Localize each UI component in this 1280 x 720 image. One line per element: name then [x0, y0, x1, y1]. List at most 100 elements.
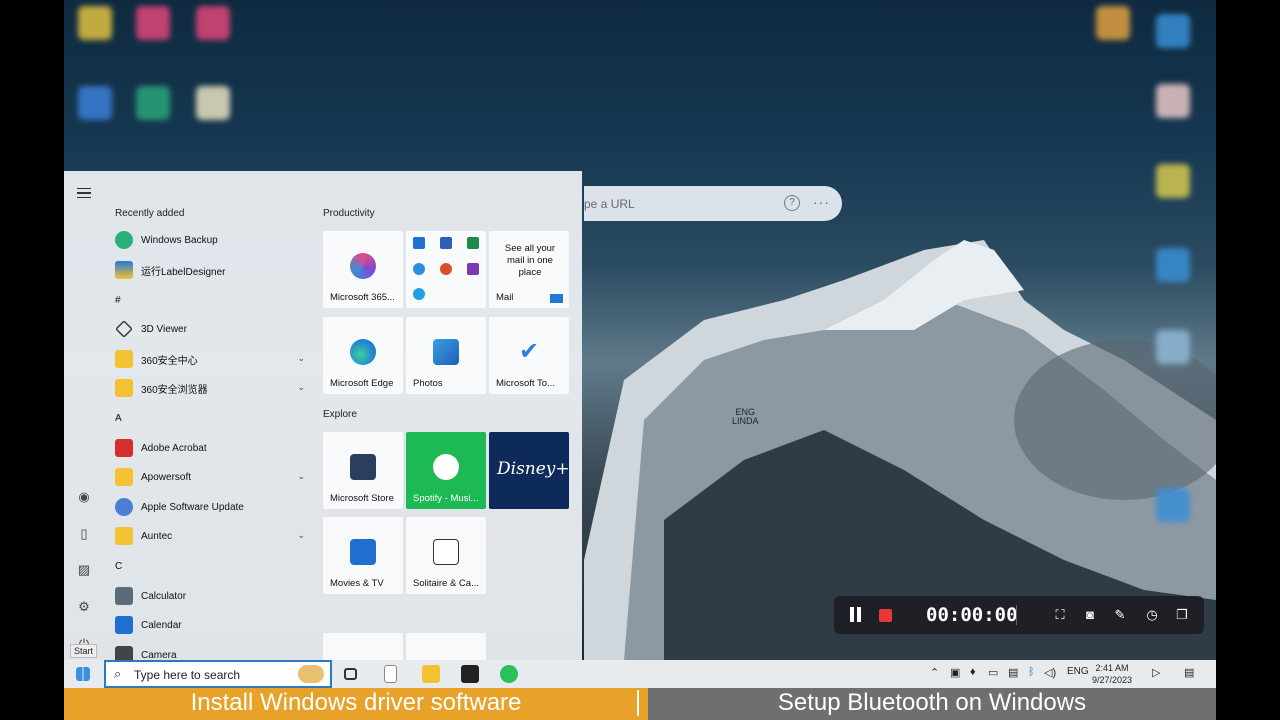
app-label: Apowersoft	[141, 471, 192, 483]
desktop-app-icon[interactable]	[78, 86, 112, 120]
tile-label: Microsoft To...	[496, 378, 555, 389]
disney-logo: Disney+	[497, 459, 570, 479]
tile-solitaire[interactable]: Solitaire & Ca...	[406, 517, 486, 594]
store-icon	[350, 454, 376, 480]
app-list-item[interactable]: Apple Software Update	[115, 494, 305, 520]
folder-icon	[115, 468, 133, 486]
desktop-app-icon[interactable]	[1156, 164, 1190, 198]
app-list-item[interactable]: 3D Viewer	[115, 316, 305, 342]
timer-icon[interactable]: ◷	[1144, 607, 1160, 623]
battery-icon[interactable]: ▭	[988, 666, 998, 679]
group-title[interactable]: Productivity	[323, 208, 375, 219]
device-icon[interactable]: ▣	[950, 666, 960, 679]
search-placeholder: Type here to search	[134, 668, 241, 682]
app-list-item[interactable]: Calculator	[115, 583, 305, 609]
tile-label: Spotify - Musi...	[413, 493, 479, 504]
microphone-icon[interactable]: ♦	[970, 666, 976, 678]
desktop-app-icon[interactable]	[1156, 330, 1190, 364]
onenote-icon	[467, 263, 479, 275]
menu-icon[interactable]	[77, 188, 91, 198]
app-list-item[interactable]: Windows Backup	[115, 227, 305, 253]
app-list-item[interactable]: Camera	[115, 642, 305, 660]
group-title[interactable]: Explore	[323, 409, 357, 420]
letter-header[interactable]: #	[115, 287, 305, 313]
app-list-item[interactable]: Adobe Acrobat	[115, 435, 305, 461]
label-designer-icon	[115, 261, 133, 279]
documents-icon[interactable]: ▯	[76, 526, 92, 542]
search-box[interactable]: ⌕ Type here to search	[104, 660, 332, 688]
app-list-item[interactable]: 运行LabelDesigner	[115, 257, 305, 283]
video-icon[interactable]: ▷	[1152, 666, 1160, 679]
tile-store[interactable]: Microsoft Store	[323, 432, 403, 509]
recorder-app-icon[interactable]	[461, 665, 479, 683]
tile-label: Movies & TV	[330, 578, 384, 589]
notepad-icon[interactable]	[384, 665, 397, 683]
network-icon[interactable]: ▤	[1008, 666, 1018, 679]
chevron-down-icon[interactable]: ⌄	[297, 382, 305, 393]
pause-icon[interactable]	[850, 607, 862, 623]
wechat-icon[interactable]	[500, 665, 518, 683]
letter-header[interactable]: C	[115, 553, 305, 579]
camera-icon[interactable]: ◙	[1082, 607, 1098, 623]
pictures-icon[interactable]: ▨	[76, 562, 92, 578]
desktop-app-icon[interactable]	[136, 6, 170, 40]
tile-photos[interactable]: Photos	[406, 317, 486, 394]
tile-spotify[interactable]: Spotify - Musi...	[406, 432, 486, 509]
letter-label: A	[115, 412, 122, 424]
volume-icon[interactable]: ◁)	[1044, 666, 1056, 679]
desktop-app-icon[interactable]	[1096, 6, 1130, 40]
tile-todo[interactable]: ✔ Microsoft To...	[489, 317, 569, 394]
tile-office-apps[interactable]	[406, 231, 486, 308]
region-capture-icon[interactable]: ⛶	[1052, 607, 1068, 623]
search-icon: ⌕	[114, 666, 122, 681]
letter-header[interactable]: A	[115, 405, 305, 431]
tile-label: Microsoft Edge	[330, 378, 394, 389]
microsoft-365-icon	[350, 253, 376, 279]
chevron-down-icon[interactable]: ⌄	[297, 471, 305, 482]
tile-disney[interactable]: Disney+	[489, 432, 570, 509]
app-list-item[interactable]: Calendar	[115, 612, 305, 638]
map-label-line: LINDA	[732, 416, 759, 426]
notification-icon[interactable]: ▤	[1184, 666, 1194, 679]
language-indicator[interactable]: ENG	[1067, 666, 1089, 677]
desktop-app-icon[interactable]	[1156, 488, 1190, 522]
more-options-icon[interactable]: ···	[813, 194, 830, 210]
help-icon[interactable]: ?	[784, 195, 800, 211]
tile-mail[interactable]: See all your mail in one place Mail	[489, 231, 569, 308]
clock-date: 9/27/2023	[1092, 675, 1133, 685]
task-view-icon[interactable]	[344, 668, 357, 680]
app-list-item[interactable]: 360安全浏览器 ⌄	[115, 375, 305, 401]
chevron-up-icon[interactable]: ⌃	[930, 666, 939, 679]
desktop-app-icon[interactable]	[1156, 14, 1190, 48]
pen-icon[interactable]: ✎	[1112, 607, 1128, 623]
app-list-item[interactable]: 360安全中心 ⌄	[115, 346, 305, 372]
settings-icon[interactable]: ⚙	[76, 599, 92, 615]
tile-microsoft-365[interactable]: Microsoft 365...	[323, 231, 403, 308]
chevron-down-icon[interactable]: ⌄	[297, 353, 305, 364]
tile-edge[interactable]: Microsoft Edge	[323, 317, 403, 394]
desktop-app-icon[interactable]	[136, 86, 170, 120]
window-mode-icon[interactable]: ❐	[1174, 607, 1190, 623]
file-explorer-icon[interactable]	[422, 665, 440, 683]
chevron-down-icon[interactable]: ⌄	[297, 530, 305, 541]
tile-partial[interactable]	[406, 633, 486, 660]
desktop-app-icon[interactable]	[1156, 248, 1190, 282]
app-label: Calendar	[141, 619, 182, 631]
mail-promo-text: See all your mail in one place	[504, 243, 556, 278]
desktop-app-icon[interactable]	[196, 6, 230, 40]
desktop-app-icon[interactable]	[196, 86, 230, 120]
clock[interactable]: 2:41 AM 9/27/2023	[1092, 662, 1132, 686]
tile-movies[interactable]: Movies & TV	[323, 517, 403, 594]
onedrive-icon	[413, 263, 425, 275]
desktop-app-icon[interactable]	[78, 6, 112, 40]
user-icon[interactable]: ◉	[76, 489, 92, 505]
app-list-item[interactable]: Apowersoft ⌄	[115, 464, 305, 490]
desktop-app-icon[interactable]	[1156, 84, 1190, 118]
tile-label: Solitaire & Ca...	[413, 578, 479, 589]
bluetooth-icon[interactable]: ᛒ	[1028, 666, 1035, 678]
app-list-item[interactable]: Auntec ⌄	[115, 523, 305, 549]
windows-start-icon[interactable]	[76, 667, 90, 681]
stop-record-icon[interactable]	[879, 609, 892, 622]
tile-partial[interactable]	[323, 633, 403, 660]
browser-address-bar[interactable]: pe a URL ? ···	[584, 186, 842, 221]
